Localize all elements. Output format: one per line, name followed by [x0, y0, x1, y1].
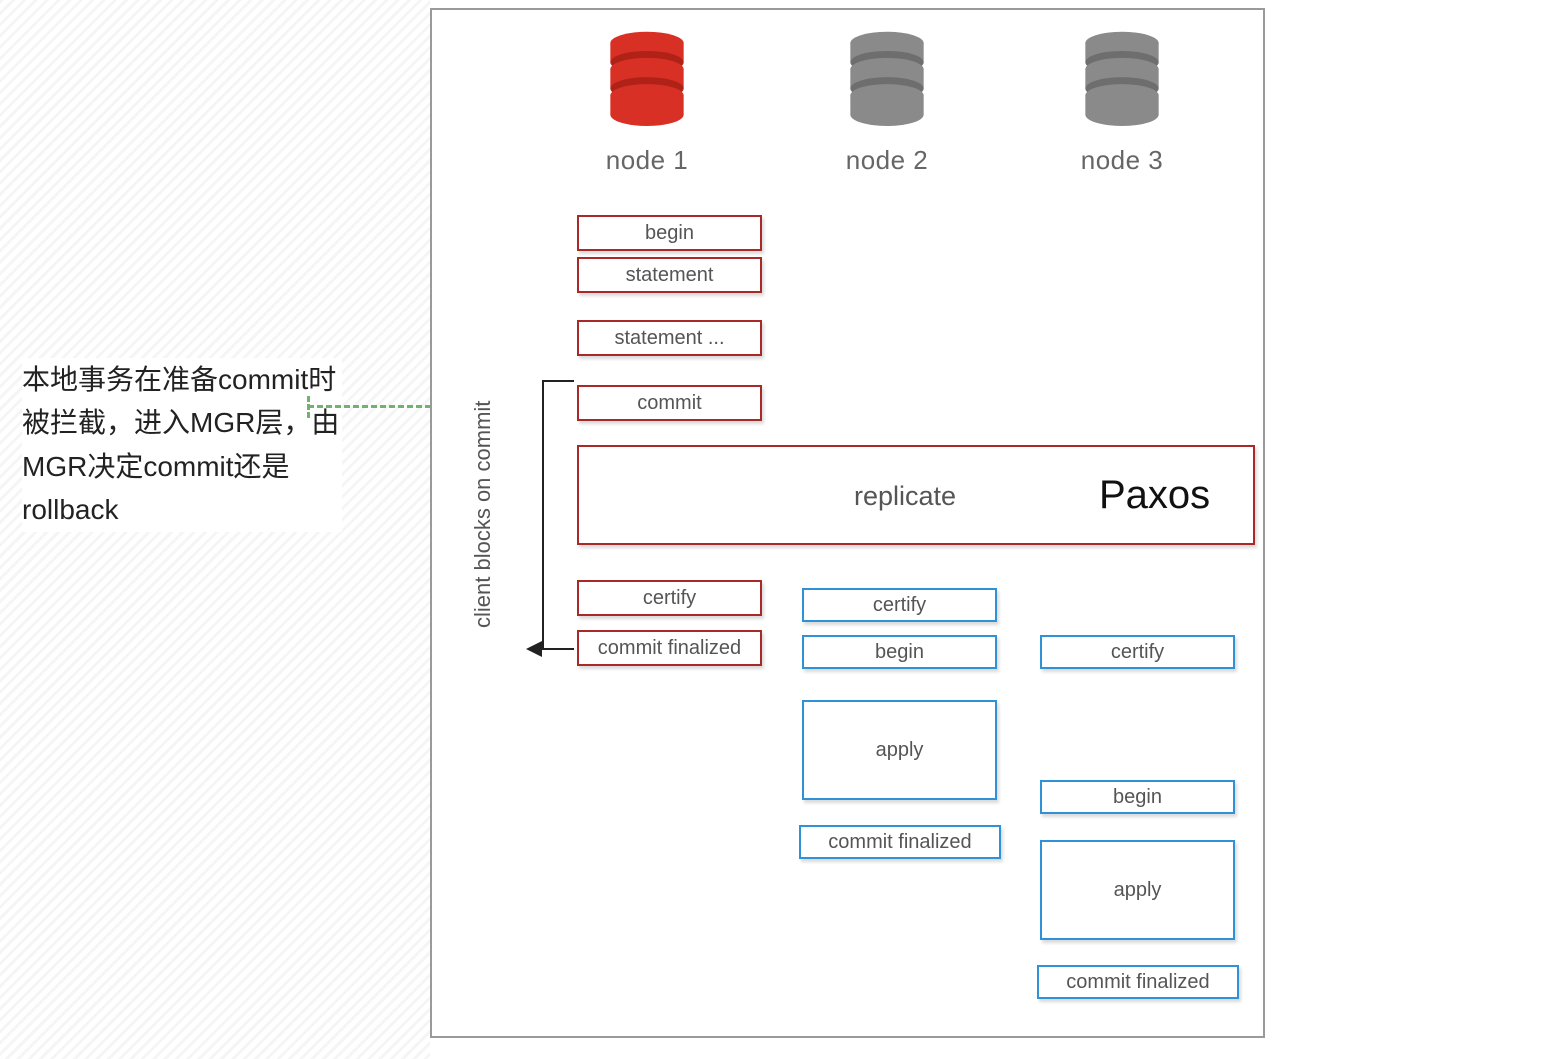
annotation-text: 本地事务在准备commit时被拦截，进入MGR层，由MGR决定commit还是r… [22, 358, 342, 532]
bracket-line [542, 380, 544, 650]
node3-header: node 3 [1042, 30, 1202, 176]
node1-statement2: statement ... [577, 320, 762, 356]
node3-label: node 3 [1042, 145, 1202, 176]
client-blocks-label: client blocks on commit [470, 398, 496, 628]
database-icon [842, 30, 932, 126]
node3-certify: certify [1040, 635, 1235, 669]
node1-statement: statement [577, 257, 762, 293]
node2-certify: certify [802, 588, 997, 622]
bracket-arrow [526, 641, 542, 657]
node2-label: node 2 [807, 145, 967, 176]
node1-certify: certify [577, 580, 762, 616]
database-icon [602, 30, 692, 126]
node3-begin: begin [1040, 780, 1235, 814]
node1-commit: commit [577, 385, 762, 421]
node1-header: node 1 [567, 30, 727, 176]
node1-begin: begin [577, 215, 762, 251]
replicate-box: replicate Paxos [577, 445, 1255, 545]
node3-apply: apply [1040, 840, 1235, 940]
node2-commit-finalized: commit finalized [799, 825, 1001, 859]
node2-header: node 2 [807, 30, 967, 176]
node2-apply: apply [802, 700, 997, 800]
node1-label: node 1 [567, 145, 727, 176]
node2-begin: begin [802, 635, 997, 669]
replicate-label: replicate [854, 481, 956, 512]
node1-commit-finalized: commit finalized [577, 630, 762, 666]
paxos-label: Paxos [1099, 473, 1210, 518]
diagram-frame: node 1 node 2 node 3 cl [430, 8, 1265, 1038]
database-icon [1077, 30, 1167, 126]
node3-commit-finalized: commit finalized [1037, 965, 1239, 999]
